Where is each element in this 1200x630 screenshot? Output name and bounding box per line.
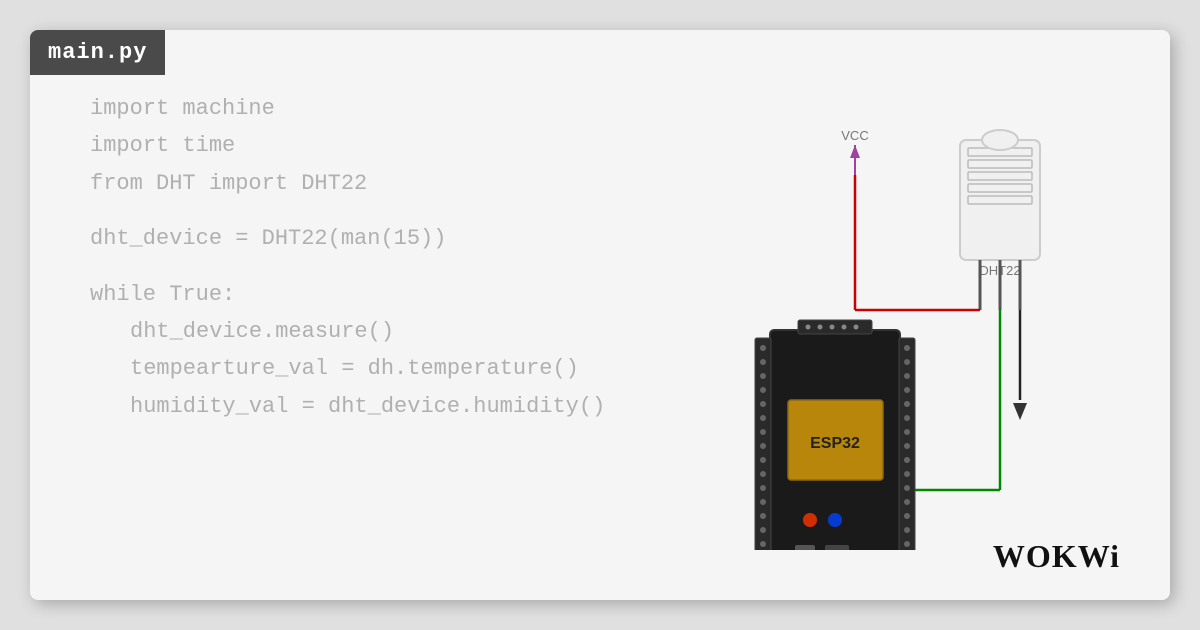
wokwi-logo: WOKWi	[993, 538, 1120, 576]
code-line-8: humidity_val = dht_device.humidity()	[90, 388, 605, 425]
component-2	[825, 545, 849, 550]
code-blank-2	[90, 258, 605, 276]
circuit-diagram: VCC DHT22	[670, 110, 1110, 550]
title-bar: main.py	[30, 30, 165, 75]
esp32-label: ESP32	[810, 435, 860, 452]
code-line-4: dht_device = DHT22(ma​​​​​n(15))	[90, 220, 605, 257]
file-title: main.py	[48, 40, 147, 65]
component-1	[795, 545, 815, 550]
vcc-label: VCC	[841, 128, 868, 143]
code-line-5: while True:	[90, 276, 605, 313]
code-line-6: dht_device.measure()	[90, 313, 605, 350]
code-blank-1	[90, 202, 605, 220]
dht22-body	[960, 140, 1040, 260]
code-line-2: import time	[90, 127, 605, 164]
code-line-7: tempearture_val = dh​​​​.temperature()	[90, 350, 605, 387]
code-line-3: from DHT import DHT22	[90, 165, 605, 202]
main-card: main.py import machine import time from …	[30, 30, 1170, 600]
code-line-1: import machine	[90, 90, 605, 127]
code-area: import machine import time from DHT impo…	[90, 90, 605, 425]
circuit-area: VCC DHT22	[670, 110, 1110, 550]
